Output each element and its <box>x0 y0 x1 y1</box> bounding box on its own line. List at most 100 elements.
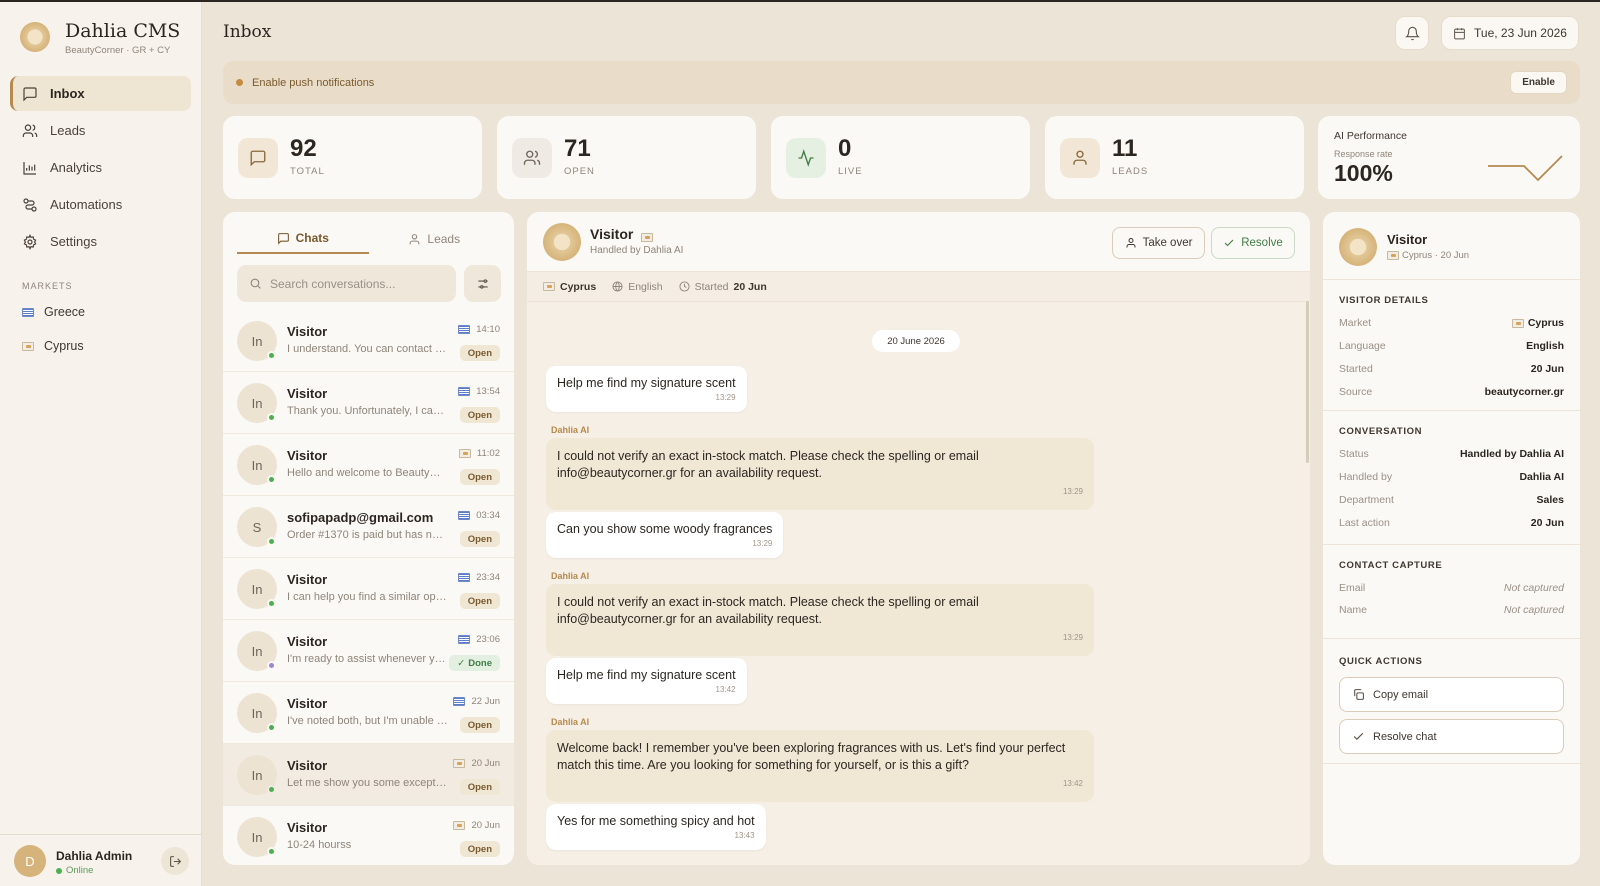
status-badge-label: Done <box>468 657 492 669</box>
message-text: I could not verify an exact in-stock mat… <box>557 595 979 626</box>
detail-value: Dahlia AI <box>1519 471 1564 483</box>
detail-value: Handled by Dahlia AI <box>1459 448 1564 460</box>
message-square-icon <box>250 150 266 167</box>
visitor-message: Yes for me something spicy and hot 13:43 <box>546 804 766 850</box>
message-time: 13:29 <box>1062 633 1083 642</box>
visitor-subline-text: Cyprus · 20 Jun <box>1402 250 1470 261</box>
conversation-name: Visitor <box>287 448 328 463</box>
conversation-preview: Order #1370 is paid but has not shipped <box>287 529 448 541</box>
detail-value: Not captured <box>1503 604 1564 616</box>
conversation-meta: 23:06 <box>458 634 500 645</box>
message-time: 13:29 <box>715 393 736 402</box>
conversation-row[interactable]: In Visitor Thank you. Unfortunately, I c… <box>223 372 514 434</box>
cyprus-flag-icon <box>1511 318 1524 328</box>
conversation-row-selected[interactable]: In Visitor Let me show you some exceptio… <box>223 744 514 806</box>
sidebar-item-inbox[interactable]: Inbox <box>10 76 191 111</box>
conversation-row[interactable]: In Visitor I'm ready to assist whenever … <box>223 620 514 682</box>
sidebar-item-automations[interactable]: Automations <box>10 187 191 222</box>
message-square-icon <box>277 232 289 245</box>
avatar[interactable]: D <box>14 845 46 877</box>
visitor-details-panel: Visitor Cyprus · 20 Jun VISITOR DETAILS … <box>1323 212 1580 865</box>
conversation-row[interactable]: In Visitor I understand. You can contact… <box>223 310 514 372</box>
visitor-name: Visitor <box>1387 232 1428 247</box>
message-text: Welcome back! I remember you've been exp… <box>557 741 1066 772</box>
status-dot-icon <box>267 785 276 794</box>
ai-message: I could not verify an exact in-stock mat… <box>546 584 1094 656</box>
take-over-label: Take over <box>1142 237 1193 249</box>
user-icon <box>1073 150 1087 165</box>
check-icon <box>1353 732 1364 741</box>
admin-status-label: Online <box>66 865 94 876</box>
conversation-row[interactable]: S sofipapadp@gmail.com Order #1370 is pa… <box>223 496 514 558</box>
bar-chart-icon <box>23 161 36 175</box>
stat-card-open: 71 OPEN <box>497 116 756 199</box>
detail-key: Handled by <box>1339 471 1393 483</box>
market-greece[interactable]: Greece <box>22 305 85 319</box>
market-cyprus[interactable]: Cyprus <box>22 339 84 353</box>
message-text: Can you show some woody fragrances <box>557 522 773 536</box>
stat-value: 92 <box>290 135 317 162</box>
filter-button[interactable] <box>464 265 501 302</box>
take-over-button[interactable]: Take over <box>1112 227 1205 259</box>
chat-panel: Visitor Handled by Dahlia AI Take over R… <box>527 212 1310 865</box>
ai-sender-label: Dahlia AI <box>551 571 590 581</box>
detail-row: Department Sales <box>1339 492 1564 508</box>
search-input[interactable] <box>270 276 440 291</box>
detail-key: Email <box>1339 582 1366 594</box>
chat-scrollbar[interactable] <box>1306 301 1309 463</box>
check-icon <box>1224 239 1234 247</box>
enable-push-button[interactable]: Enable <box>1510 71 1567 94</box>
stat-value: 71 <box>564 135 591 162</box>
greece-flag-icon <box>458 387 471 396</box>
cyprus-flag-icon <box>543 282 555 291</box>
date-button[interactable]: Tue, 23 Jun 2026 <box>1441 16 1579 50</box>
greece-flag-icon <box>458 573 471 582</box>
chat-header: Visitor Handled by Dahlia AI Take over R… <box>527 212 1310 272</box>
sidebar-item-label: Settings <box>50 234 97 249</box>
detail-value: English <box>1526 340 1564 352</box>
sidebar-item-leads[interactable]: Leads <box>10 113 191 148</box>
message-text: I could not verify an exact in-stock mat… <box>557 449 979 480</box>
top-border <box>0 0 1600 2</box>
conversation-row[interactable]: In Visitor 10-24 hourss 20 Jun Open <box>223 806 514 865</box>
conversation-preview: Let me show you some exceptional choices <box>287 777 448 789</box>
date-separator: 20 June 2026 <box>872 330 960 352</box>
conversation-row[interactable]: In Visitor I can help you find a similar… <box>223 558 514 620</box>
conversation-row[interactable]: In Visitor I've noted both, but I'm unab… <box>223 682 514 744</box>
users-icon <box>523 150 541 165</box>
sliders-icon <box>477 278 488 289</box>
sidebar-item-settings[interactable]: Settings <box>10 224 191 259</box>
detail-key: Market <box>1339 317 1372 329</box>
push-notification-banner: Enable push notifications Enable <box>223 61 1580 104</box>
detail-row: Market Cyprus <box>1339 315 1564 331</box>
message-text: Yes for me something spicy and hot <box>557 814 755 828</box>
globe-icon <box>612 281 623 292</box>
conversation-time: 13:54 <box>476 386 500 397</box>
bell-icon <box>1404 26 1420 40</box>
info-started: Started 20 Jun <box>679 281 767 293</box>
conversation-list-panel: Chats Leads In Visitor I understand. You… <box>223 212 514 865</box>
resolve-button[interactable]: Resolve <box>1211 227 1295 259</box>
conversation-meta: 11:02 <box>458 448 500 459</box>
copy-email-button[interactable]: Copy email <box>1339 677 1564 712</box>
logout-button[interactable] <box>161 847 189 875</box>
cyprus-flag-icon <box>641 233 653 242</box>
detail-row: Handled by Dahlia AI <box>1339 469 1564 485</box>
conversation-row[interactable]: In Visitor Hello and welcome to BeautyCo… <box>223 434 514 496</box>
message-square-icon <box>23 86 37 101</box>
status-badge: Open <box>459 717 500 733</box>
message-time: 13:42 <box>1062 779 1083 788</box>
sparkline-icon <box>1488 155 1563 181</box>
market-label: Cyprus <box>44 339 84 353</box>
stat-icon-box <box>512 138 552 178</box>
conversation-time: 20 Jun <box>471 820 500 831</box>
resolve-chat-button[interactable]: Resolve chat <box>1339 719 1564 754</box>
admin-name: Dahlia Admin <box>56 849 133 863</box>
tab-chats[interactable]: Chats <box>237 224 369 254</box>
info-market: Cyprus <box>543 281 596 293</box>
tab-leads[interactable]: Leads <box>369 224 501 254</box>
status-badge: Open <box>459 407 500 423</box>
contact-capture-section: CONTACT CAPTURE Email Not captured Name No… <box>1323 544 1580 638</box>
sidebar-item-analytics[interactable]: Analytics <box>10 150 191 185</box>
notifications-button[interactable] <box>1395 16 1429 50</box>
